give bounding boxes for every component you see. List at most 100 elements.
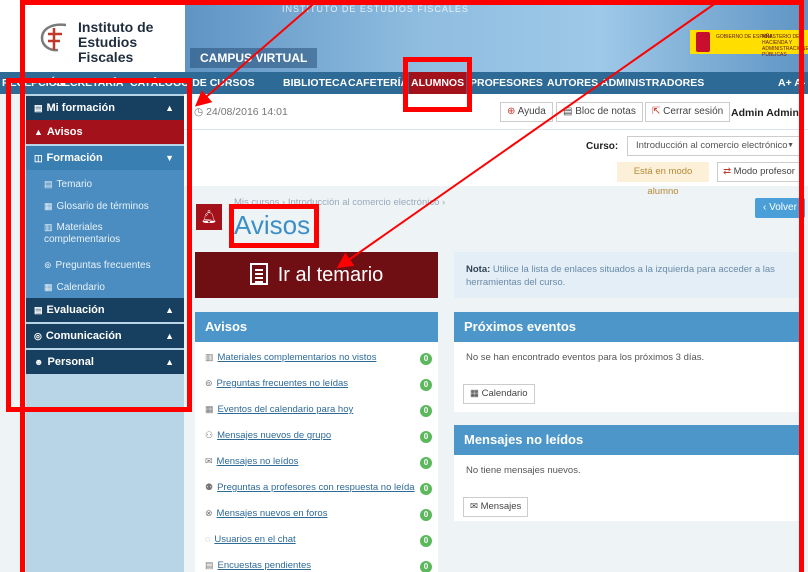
aviso-label: Mensajes nuevos de grupo bbox=[217, 430, 332, 441]
back-label: Volver bbox=[769, 202, 797, 213]
nav-alumnos[interactable]: ALUMNOS bbox=[409, 72, 467, 94]
aviso-count-badge: 0 bbox=[420, 431, 432, 443]
syllabus-label: Ir al temario bbox=[277, 264, 384, 286]
document-list-icon bbox=[249, 262, 268, 285]
calendar-button[interactable]: ▦ Calendario bbox=[463, 384, 535, 404]
teacher-mode-label: Modo profesor bbox=[733, 166, 795, 177]
note-prefix: Nota: bbox=[466, 264, 491, 275]
notes-label: Bloc de notas bbox=[575, 106, 636, 117]
user-icon: ☻ bbox=[34, 357, 44, 367]
aviso-link[interactable]: ▤ Encuestas pendientes bbox=[205, 560, 311, 571]
sidebar-item-avisos[interactable]: ▲ Avisos bbox=[26, 120, 184, 144]
chat-icon: ◎ bbox=[34, 331, 42, 341]
checklist-icon: ▤ bbox=[34, 305, 43, 315]
nav-catalogo[interactable]: CATÁLOGO DE CURSOS bbox=[130, 72, 255, 94]
survey-icon: ▤ bbox=[205, 560, 214, 570]
datetime: ◷ 24/08/2016 14:01 bbox=[194, 106, 288, 118]
datetime-text: 24/08/2016 14:01 bbox=[206, 106, 288, 118]
aviso-link[interactable]: ⚇ Mensajes nuevos de grupo bbox=[205, 430, 331, 441]
events-empty-text: No se han encontrado eventos para los pr… bbox=[466, 352, 705, 363]
sidebar-label: Evaluación bbox=[46, 304, 105, 316]
go-to-syllabus-button[interactable]: Ir al temario bbox=[195, 252, 438, 298]
logout-button[interactable]: ⇱ Cerrar sesión bbox=[645, 102, 731, 122]
logout-icon: ⇱ bbox=[652, 106, 664, 117]
government-logo: GOBIERNO DE ESPAÑA MINISTERIO DE HACIEND… bbox=[690, 30, 808, 58]
sidebar-personal[interactable]: ☻ Personal ▲ bbox=[26, 350, 184, 374]
logo-line2: Estudios Fiscales bbox=[78, 34, 138, 65]
notes-button[interactable]: ▤ Bloc de notas bbox=[556, 102, 643, 122]
sidebar-item-glosario[interactable]: ▦ Glosario de términos bbox=[44, 200, 149, 213]
sidebar-formacion[interactable]: ◫ Formación ▼ bbox=[26, 146, 184, 170]
aviso-label: Eventos del calendario para hoy bbox=[217, 404, 354, 415]
aviso-link[interactable]: ▦ Eventos del calendario para hoy bbox=[205, 404, 353, 415]
events-panel-title: Próximos eventos bbox=[454, 312, 802, 342]
banner-caption: INSTITUTO DE ESTUDIOS FISCALES bbox=[282, 4, 469, 14]
envelope-icon: ✉ bbox=[470, 501, 481, 512]
sidebar-formacion-submenu: ▤ Temario ▦ Glosario de términos ▥ Material… bbox=[26, 170, 184, 298]
nav-autores[interactable]: AUTORES bbox=[547, 72, 598, 94]
clock-icon: ◷ bbox=[194, 106, 207, 118]
nav-administradores[interactable]: ADMINISTRADORES bbox=[601, 72, 704, 94]
aviso-count-badge: 0 bbox=[420, 353, 432, 365]
users-icon: ⚉ bbox=[205, 482, 214, 492]
teacher-mode-button[interactable]: ⇄ Modo profesor bbox=[717, 162, 801, 182]
user-name[interactable]: Admin Admin bbox=[731, 107, 799, 119]
sidebar-item-preguntas[interactable]: ⊚ Preguntas frecuentes bbox=[44, 259, 151, 272]
swap-icon: ⇄ bbox=[723, 166, 734, 177]
file-icon: ▥ bbox=[44, 222, 53, 232]
logo[interactable]: Instituto de Estudios Fiscales bbox=[0, 0, 185, 72]
toolbar: ◷ 24/08/2016 14:01 ⊕ Ayuda ▤ Bloc de not… bbox=[184, 94, 808, 130]
back-button[interactable]: ‹ Volver bbox=[755, 198, 805, 218]
caret-up-icon: ▲ bbox=[165, 357, 174, 367]
aviso-link[interactable]: ⊗ Mensajes nuevos en foros bbox=[205, 508, 327, 519]
sidebar-mi-formacion[interactable]: ▤ Mi formación ▲ bbox=[26, 96, 184, 120]
sidebar-sublabel: Materiales complementarios bbox=[44, 222, 121, 245]
nav-profesores[interactable]: PROFESORES bbox=[470, 72, 543, 94]
sidebar-comunicacion[interactable]: ◎ Comunicación ▲ bbox=[26, 324, 184, 348]
sidebar-label: Formación bbox=[46, 152, 103, 164]
sidebar-evaluacion[interactable]: ▤ Evaluación ▲ bbox=[26, 298, 184, 322]
messages-panel: Mensajes no leídos No tiene mensajes nue… bbox=[454, 425, 802, 521]
chevron-down-icon: ▼ bbox=[787, 142, 794, 149]
messages-button-label: Mensajes bbox=[480, 501, 522, 512]
forum-icon: ⊗ bbox=[205, 508, 213, 518]
aviso-link[interactable]: ◌ Usuarios en el chat bbox=[205, 534, 296, 545]
aviso-link[interactable]: ✉ Mensajes no leídos bbox=[205, 456, 298, 467]
aviso-link[interactable]: ⚉ Preguntas a profesores con respuesta no… bbox=[205, 482, 415, 493]
sidebar-item-calendario[interactable]: ▦ Calendario bbox=[44, 281, 105, 294]
site-header: Instituto de Estudios Fiscales INSTITUTO… bbox=[0, 0, 808, 72]
sidebar-item-temario[interactable]: ▤ Temario bbox=[44, 178, 92, 191]
breadcrumb[interactable]: Mis cursos › Introducción al comercio el… bbox=[234, 197, 445, 208]
bell-icon: 🔔︎ bbox=[196, 204, 222, 230]
aviso-link[interactable]: ▥ Materiales complementarios no vistos bbox=[205, 352, 376, 363]
aviso-count-badge: 0 bbox=[420, 483, 432, 495]
aviso-link[interactable]: ⊚ Preguntas frecuentes no leídas bbox=[205, 378, 348, 389]
course-bar: Curso: Introducción al comercio electrón… bbox=[184, 130, 808, 197]
aviso-label: Mensajes no leídos bbox=[216, 456, 299, 467]
nav-biblioteca[interactable]: BIBLIOTECA bbox=[283, 72, 347, 94]
font-size-toggle[interactable]: A+ A- bbox=[778, 72, 805, 94]
sidebar-sublabel: Calendario bbox=[56, 282, 105, 293]
aviso-label: Preguntas a profesores con respuesta no … bbox=[217, 482, 415, 493]
avisos-panel: Avisos ▥ Materiales complementarios no vi… bbox=[195, 312, 438, 572]
nav-cafeteria[interactable]: CAFETERÍA bbox=[348, 72, 408, 94]
ief-logo-icon bbox=[40, 23, 67, 52]
sidebar-item-materiales[interactable]: ▥ Materiales complementarios bbox=[44, 221, 164, 246]
calendar-icon: ▦ bbox=[44, 282, 53, 292]
campus-virtual-label: CAMPUS VIRTUAL bbox=[190, 48, 318, 68]
caret-down-icon: ▼ bbox=[165, 153, 174, 163]
course-select[interactable]: Introducción al comercio electrónico ▼ bbox=[627, 136, 801, 156]
main-nav: RECEPCIÓN SECRETARÍA CATÁLOGO DE CURSOS … bbox=[0, 72, 808, 94]
nav-secretaria[interactable]: SECRETARÍA bbox=[56, 72, 123, 94]
caret-up-icon: ▲ bbox=[165, 331, 174, 341]
notepad-icon: ▤ bbox=[563, 106, 576, 117]
calendar-icon: ▦ bbox=[205, 404, 214, 414]
sidebar-sublabel: Glosario de términos bbox=[56, 201, 149, 212]
file-icon: ▥ bbox=[205, 352, 214, 362]
list-icon: ▦ bbox=[44, 201, 53, 211]
help-button[interactable]: ⊕ Ayuda bbox=[500, 102, 553, 122]
page-title: Avisos bbox=[234, 210, 311, 240]
avisos-panel-title: Avisos bbox=[195, 312, 438, 342]
events-panel: Próximos eventos No se han encontrado ev… bbox=[454, 312, 802, 412]
messages-button[interactable]: ✉ Mensajes bbox=[463, 497, 529, 517]
